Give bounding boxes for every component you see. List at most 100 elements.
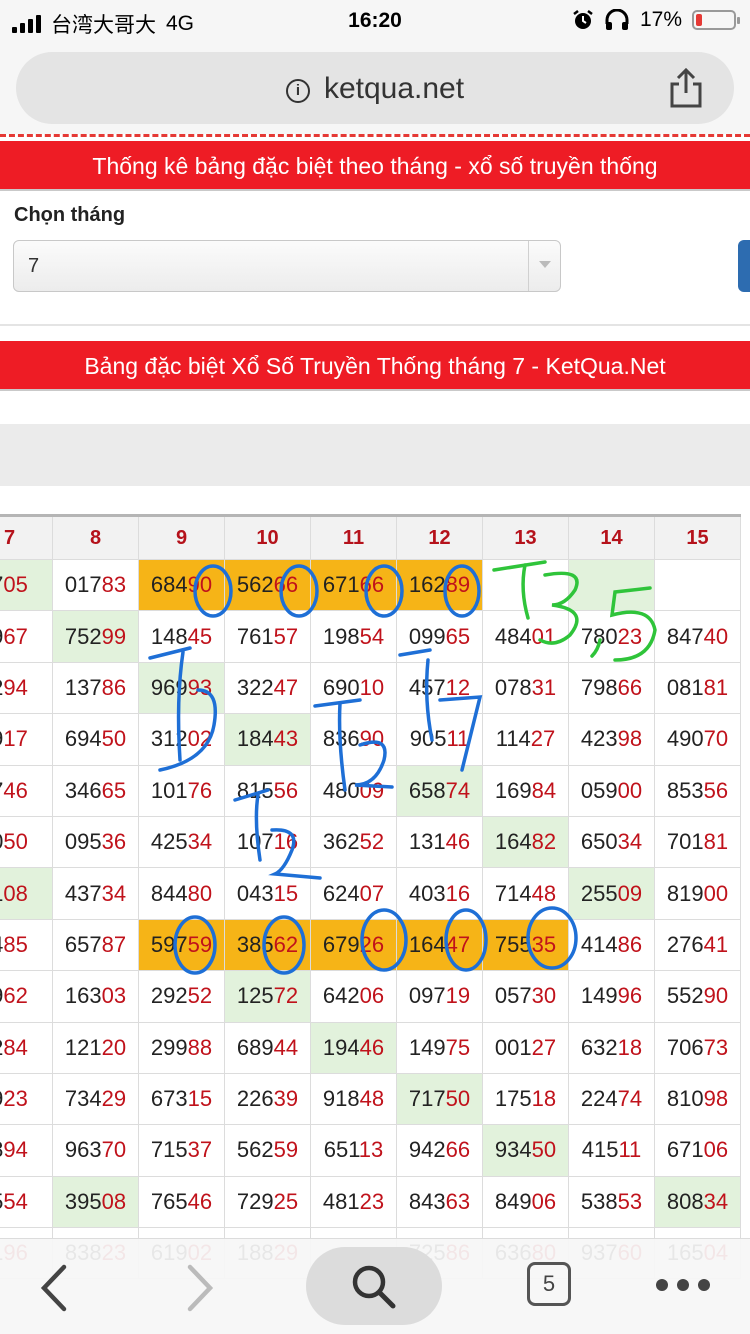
result-special-digits: 83 [101,572,127,598]
result-special-digits: 84 [3,1034,28,1060]
result-special-digits: 03 [101,983,127,1009]
result-special-digits: 52 [187,983,213,1009]
result-special-digits: 00 [703,880,729,906]
result-cell: 05900 [568,764,655,817]
share-icon[interactable] [668,68,704,108]
result-special-digits: 73 [703,1034,729,1060]
search-button[interactable] [306,1247,442,1325]
submit-button[interactable] [738,240,750,292]
result-cell: 050 [0,815,53,869]
address-bar[interactable]: i ketqua.net [16,52,734,124]
result-prefix: 815 [236,777,274,803]
column-header: 7 [0,514,53,560]
result-cell: 11427 [482,713,569,766]
result-cell: 91848 [310,1072,397,1126]
result-cell: 75299 [52,610,139,663]
result-cell: 705 [0,558,53,612]
result-special-digits: 98 [617,726,643,752]
column-header: 13 [482,514,569,560]
results-table-container[interactable]: 789101112131415 705017836849056266671661… [0,514,741,1280]
result-special-digits: 43 [273,726,299,752]
alarm-icon [573,10,593,29]
result-cell: 85356 [654,764,741,817]
result-special-digits: 65 [445,623,471,649]
result-cell: 18443 [224,713,311,766]
result-prefix: 752 [64,623,102,649]
result-special-digits: 59 [187,931,213,957]
result-cell: 29988 [138,1021,225,1074]
table-row: 7050178368490562666716616289 [0,558,741,612]
month-select[interactable]: 7 [13,240,561,292]
result-cell: 93450 [482,1124,569,1177]
result-special-digits: 56 [703,777,729,803]
result-prefix: 101 [150,777,188,803]
result-cell: 10176 [138,764,225,817]
dashed-divider [0,134,750,138]
result-special-digits: 34 [101,880,127,906]
column-header: 11 [310,514,397,560]
result-prefix: 694 [64,726,102,752]
result-cell: 48401 [482,610,569,663]
result-prefix: 715 [150,1137,188,1163]
column-header: 10 [224,514,311,560]
result-special-digits: 09 [359,777,385,803]
result-prefix: 942 [408,1137,446,1163]
result-prefix: 346 [64,777,102,803]
result-special-digits: 25 [273,1188,299,1214]
info-icon[interactable]: i [285,79,310,103]
result-cell: 10716 [224,815,311,869]
result-special-digits: 57 [273,623,299,649]
result-prefix: 226 [236,1086,274,1112]
result-prefix: 808 [666,1188,704,1214]
result-cell: 31202 [138,713,225,766]
result-cell: 78023 [568,610,655,663]
result-prefix: 717 [408,1086,446,1112]
result-cell: 53853 [568,1175,655,1229]
result-cell: 12120 [52,1021,139,1074]
result-special-digits: 75 [445,1034,471,1060]
result-prefix: 734 [64,1086,102,1112]
result-prefix: 194 [322,1034,360,1060]
tabs-button[interactable]: 5 [527,1262,571,1306]
result-prefix: 849 [494,1188,532,1214]
table-row: 0500953642534107163625213146164826503470… [0,815,741,869]
result-cell: 45712 [396,661,483,715]
result-special-digits: 59 [273,1137,299,1163]
result-cell: 81098 [654,1072,741,1126]
result-prefix: 198 [322,623,360,649]
month-select-value: 7 [28,255,40,277]
result-special-digits: 02 [187,726,213,752]
result-cell: 63218 [568,1021,655,1074]
back-chevron-icon[interactable] [36,1263,70,1313]
result-cell: 894 [0,1124,53,1177]
result-prefix: 107 [236,829,274,855]
result-special-digits: 07 [359,880,385,906]
result-prefix: 414 [580,931,618,957]
result-prefix: 552 [666,983,704,1009]
result-special-digits: 37 [187,1137,213,1163]
more-icon[interactable] [656,1279,710,1291]
result-cell: 00127 [482,1021,569,1074]
result-cell: 14996 [568,970,655,1023]
result-special-digits: 46 [187,1188,213,1214]
result-prefix: 043 [236,880,274,906]
result-prefix: 137 [64,674,102,700]
result-special-digits: 40 [703,623,729,649]
result-special-digits: 62 [273,931,299,957]
result-special-digits: 46 [3,777,28,803]
result-prefix: 729 [236,1188,274,1214]
result-prefix: 632 [580,1034,618,1060]
result-prefix: 121 [64,1034,102,1060]
result-cell: 69010 [310,661,397,715]
result-special-digits: 50 [445,1086,471,1112]
result-prefix: 798 [580,674,618,700]
result-special-digits: 08 [101,1188,127,1214]
result-special-digits: 63 [445,1188,471,1214]
result-cell: 39508 [52,1175,139,1229]
result-prefix: 164 [408,931,446,957]
result-prefix: 673 [150,1086,188,1112]
result-cell: 962 [0,970,53,1023]
result-cell: 81900 [654,867,741,920]
forward-chevron-icon[interactable] [184,1263,218,1313]
table-row: 2941378696993322476901045712078317986608… [0,661,741,715]
